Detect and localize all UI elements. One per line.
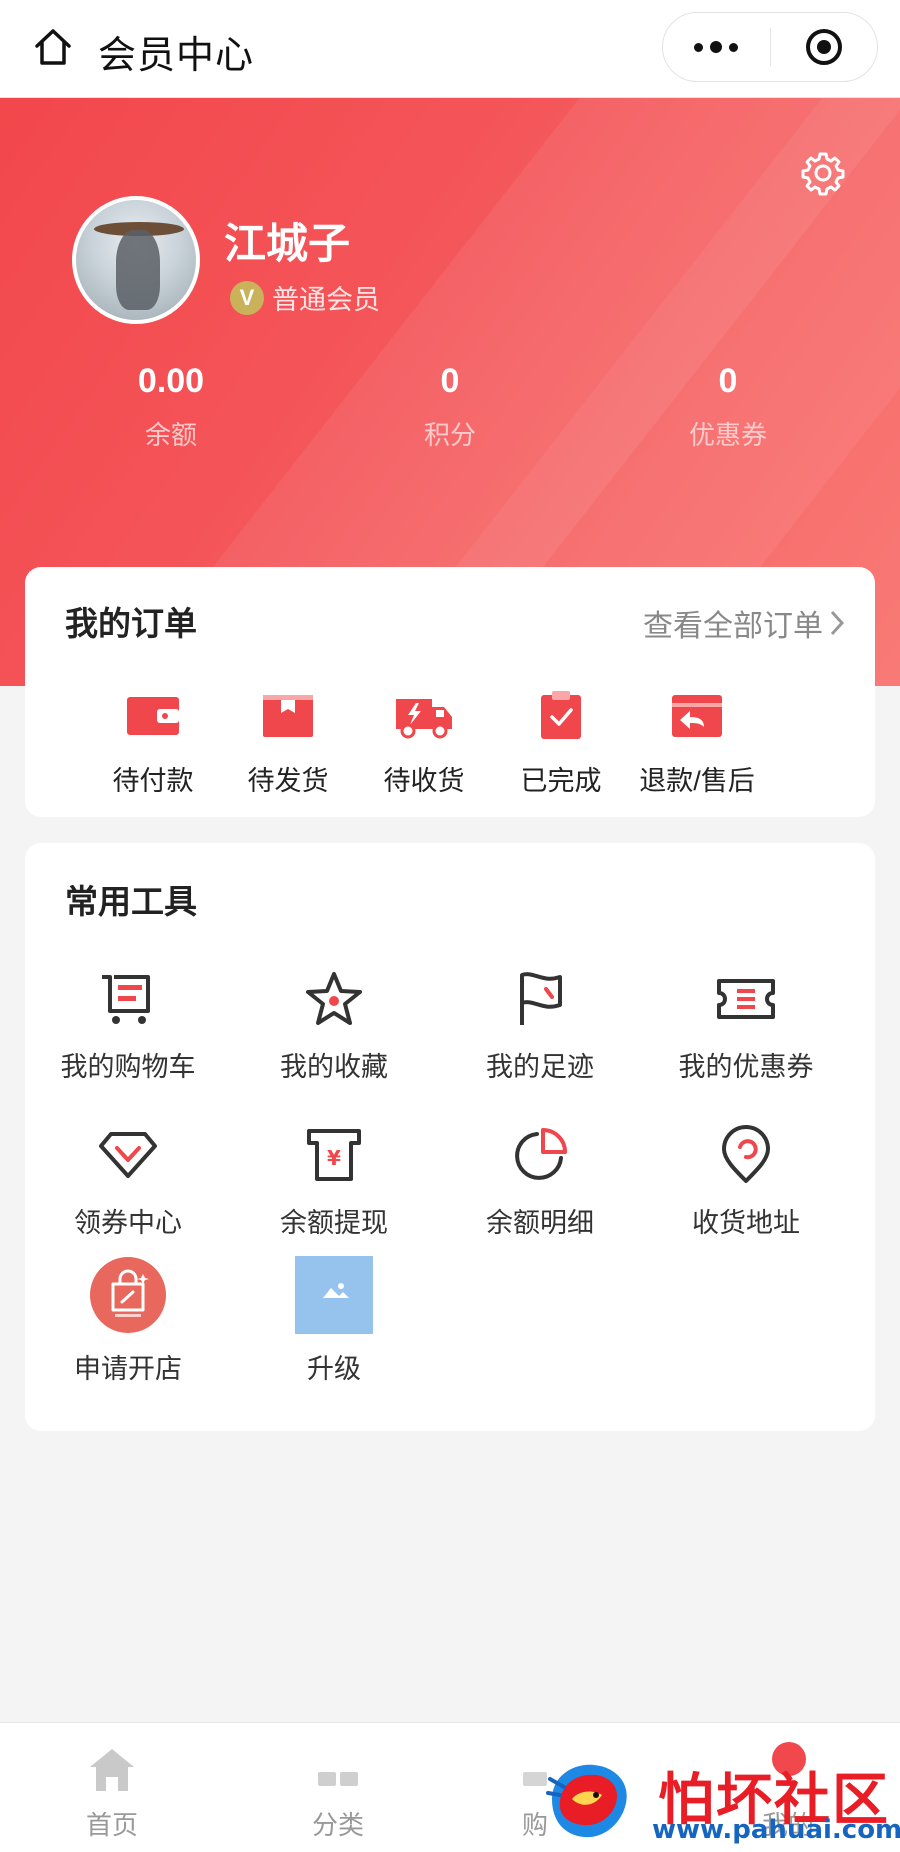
svg-text:¥: ¥ <box>327 1146 341 1170</box>
tool-favorites[interactable]: 我的收藏 <box>231 965 437 1084</box>
category-icon <box>263 1743 413 1797</box>
tool-coupon-center[interactable]: 领券中心 <box>25 1121 231 1240</box>
target-icon[interactable] <box>771 13 878 81</box>
return-icon <box>612 687 782 743</box>
tab-home[interactable]: 首页 <box>37 1743 187 1842</box>
tab-label: 分类 <box>311 1810 364 1840</box>
gear-icon[interactable] <box>800 150 850 200</box>
stat-value: 0 <box>718 362 738 400</box>
tool-label: 余额提现 <box>280 1208 388 1238</box>
member-level: 普通会员 <box>272 285 380 315</box>
shop-bag-icon <box>25 1255 231 1335</box>
tool-address[interactable]: 收货地址 <box>643 1121 849 1240</box>
tool-label: 我的收藏 <box>280 1052 388 1082</box>
tool-label: 申请开店 <box>74 1354 182 1384</box>
stat-label: 优惠券 <box>688 420 767 450</box>
tool-label: 我的购物车 <box>60 1052 196 1082</box>
tool-balance-detail[interactable]: 余额明细 <box>437 1121 643 1240</box>
page-title: 会员中心 <box>98 35 255 77</box>
tool-coupons[interactable]: 我的优惠券 <box>643 965 849 1084</box>
tool-label: 领券中心 <box>74 1208 182 1238</box>
member-level-row: V 普通会员 <box>230 278 380 317</box>
tool-label: 升级 <box>307 1354 361 1384</box>
cart-icon <box>25 965 231 1033</box>
stat-value: 0 <box>440 362 460 400</box>
tool-footprints[interactable]: 我的足迹 <box>437 965 643 1084</box>
navigation-bar: 会员中心 <box>0 0 900 98</box>
tool-label: 余额明细 <box>486 1208 594 1238</box>
tool-cart[interactable]: 我的购物车 <box>25 965 231 1084</box>
location-icon <box>643 1121 849 1189</box>
orders-card: 我的订单 查看全部订单 待付款 待发货 待收货 已完成 退款/售后 <box>25 567 875 817</box>
view-all-label: 查看全部订单 <box>643 610 823 643</box>
tab-label: 首页 <box>85 1810 138 1840</box>
atm-icon: ¥ <box>231 1121 437 1189</box>
pie-icon <box>437 1121 643 1189</box>
stat-balance[interactable]: 0.00 余额 <box>71 362 271 452</box>
home-icon[interactable] <box>28 22 78 72</box>
user-name: 江城子 <box>224 220 351 267</box>
image-placeholder-icon <box>231 1255 437 1335</box>
tab-category[interactable]: 分类 <box>263 1743 413 1842</box>
stat-coupons[interactable]: 0 优惠券 <box>628 362 828 452</box>
tool-open-shop[interactable]: 申请开店 <box>25 1255 231 1386</box>
stat-points[interactable]: 0 积分 <box>350 362 550 452</box>
tool-label: 收货地址 <box>692 1208 800 1238</box>
diamond-icon <box>25 1121 231 1189</box>
watermark-url: www.pahuai.com <box>652 1815 900 1845</box>
orders-title: 我的订单 <box>65 605 197 642</box>
menu-capsule <box>662 12 878 82</box>
order-label: 退款/售后 <box>639 766 755 796</box>
tool-upgrade[interactable]: 升级 <box>231 1255 437 1386</box>
tool-label: 我的足迹 <box>486 1052 594 1082</box>
vip-badge-icon: V <box>230 280 264 315</box>
tool-withdraw[interactable]: ¥ 余额提现 <box>231 1121 437 1240</box>
stat-label: 积分 <box>423 420 476 450</box>
watermark: 怕坏社区 www.pahuai.com <box>540 1755 900 1847</box>
more-icon[interactable] <box>663 13 770 81</box>
ticket-icon <box>643 965 849 1033</box>
avatar[interactable] <box>72 196 200 324</box>
tools-title: 常用工具 <box>65 883 197 920</box>
tools-card: 常用工具 我的购物车 我的收藏 我的足迹 我的优惠券 领券中心 ¥ 余额提现 余… <box>25 843 875 1431</box>
tool-label: 我的优惠券 <box>678 1052 814 1082</box>
view-all-orders-link[interactable]: 查看全部订单 <box>643 601 845 645</box>
chevron-right-icon <box>830 610 845 636</box>
watermark-logo-icon <box>546 1764 627 1838</box>
order-refund[interactable]: 退款/售后 <box>612 687 782 798</box>
stat-label: 余额 <box>144 420 197 450</box>
star-icon <box>231 965 437 1033</box>
stat-value: 0.00 <box>137 362 205 400</box>
flag-icon <box>437 965 643 1033</box>
home-tab-icon <box>37 1743 187 1797</box>
